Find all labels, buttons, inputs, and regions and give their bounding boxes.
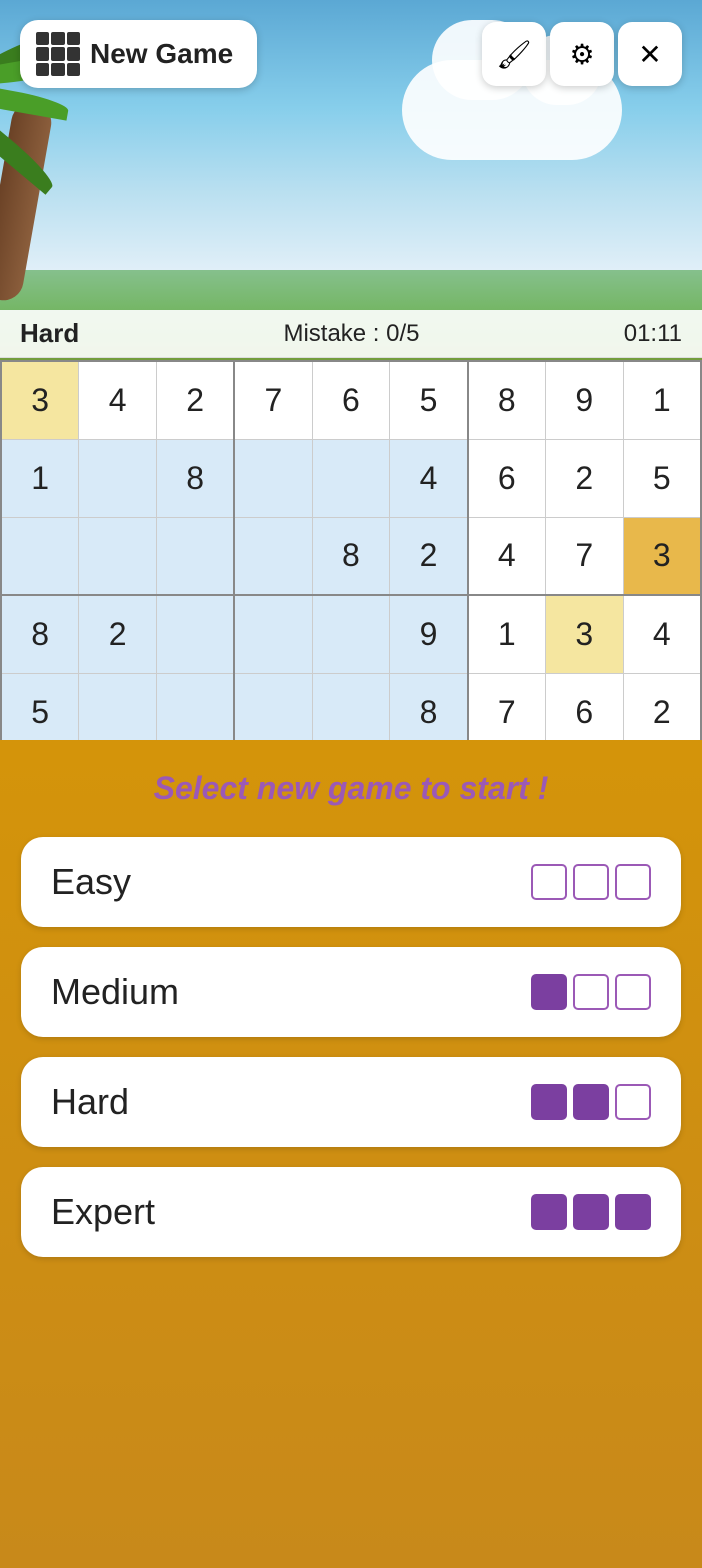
sudoku-cell[interactable]: 3: [623, 517, 701, 595]
sudoku-cell[interactable]: 6: [468, 439, 546, 517]
grid-cell: [51, 63, 64, 76]
sudoku-cell[interactable]: [234, 595, 312, 673]
sudoku-cell[interactable]: [312, 439, 390, 517]
close-icon: ✕: [638, 38, 661, 71]
grid-cell: [67, 32, 80, 45]
grid-cell: [51, 47, 64, 60]
sudoku-cell[interactable]: 3: [545, 595, 623, 673]
table-row: 82473: [1, 517, 701, 595]
bar-empty: [573, 974, 609, 1010]
new-game-button[interactable]: New Game: [20, 20, 257, 88]
bar-empty: [531, 864, 567, 900]
sudoku-table: 3427658911846258247382913458762: [0, 360, 702, 752]
top-right-icons: 🖌 ⚙ ✕: [482, 22, 682, 86]
sudoku-cell[interactable]: 3: [1, 361, 79, 439]
sudoku-cell[interactable]: 5: [623, 439, 701, 517]
select-prompt: Select new game to start !: [154, 770, 549, 807]
bar-filled: [615, 1194, 651, 1230]
bar-filled: [531, 974, 567, 1010]
sudoku-cell[interactable]: 4: [623, 595, 701, 673]
grid-cell: [51, 32, 64, 45]
sudoku-cell[interactable]: 8: [468, 361, 546, 439]
expert-label: Expert: [51, 1191, 155, 1233]
table-row: 18 4625: [1, 439, 701, 517]
grid-cell: [36, 32, 49, 45]
mistakes-counter: Mistake : 0/5: [283, 320, 419, 348]
sudoku-cell[interactable]: [79, 439, 157, 517]
sudoku-cell[interactable]: [79, 517, 157, 595]
timer: 01:11: [624, 320, 682, 348]
sudoku-cell[interactable]: 8: [1, 595, 79, 673]
hard-option[interactable]: Hard: [21, 1057, 681, 1147]
close-button[interactable]: ✕: [618, 22, 682, 86]
sudoku-cell[interactable]: 6: [312, 361, 390, 439]
expert-option[interactable]: Expert: [21, 1167, 681, 1257]
hard-label: Hard: [51, 1081, 129, 1123]
table-row: 82 9134: [1, 595, 701, 673]
sudoku-cell[interactable]: [157, 595, 235, 673]
sudoku-cell[interactable]: 2: [390, 517, 468, 595]
hard-bars: [531, 1084, 651, 1120]
bar-empty: [615, 974, 651, 1010]
sudoku-cell[interactable]: 2: [545, 439, 623, 517]
top-bar: New Game 🖌 ⚙ ✕: [0, 20, 702, 88]
sudoku-cell[interactable]: 1: [468, 595, 546, 673]
bar-filled: [531, 1084, 567, 1120]
bar-empty: [615, 864, 651, 900]
sudoku-cell[interactable]: 7: [234, 361, 312, 439]
sudoku-cell[interactable]: 4: [390, 439, 468, 517]
sudoku-cell[interactable]: [234, 517, 312, 595]
sudoku-cell[interactable]: 2: [157, 361, 235, 439]
status-bar: Hard Mistake : 0/5 01:11: [0, 310, 702, 358]
settings-icon: ⚙: [569, 38, 594, 71]
grid-cell: [36, 47, 49, 60]
grid-cell: [36, 63, 49, 76]
overlay-panel: Select new game to start ! Easy Medium H…: [0, 740, 702, 1568]
sudoku-cell[interactable]: [234, 439, 312, 517]
sudoku-cell[interactable]: 7: [545, 517, 623, 595]
medium-option[interactable]: Medium: [21, 947, 681, 1037]
medium-label: Medium: [51, 971, 179, 1013]
easy-bars: [531, 864, 651, 900]
paint-button[interactable]: 🖌: [482, 22, 546, 86]
bar-filled: [531, 1194, 567, 1230]
sudoku-cell[interactable]: 4: [468, 517, 546, 595]
sudoku-cell[interactable]: 9: [545, 361, 623, 439]
sudoku-cell[interactable]: 1: [1, 439, 79, 517]
sudoku-cell[interactable]: [1, 517, 79, 595]
medium-bars: [531, 974, 651, 1010]
sudoku-cell[interactable]: 2: [79, 595, 157, 673]
grid-cell: [67, 63, 80, 76]
sudoku-grid: 3427658911846258247382913458762: [0, 360, 702, 752]
sudoku-cell[interactable]: 8: [312, 517, 390, 595]
easy-option[interactable]: Easy: [21, 837, 681, 927]
sudoku-cell[interactable]: 8: [157, 439, 235, 517]
difficulty-label: Hard: [20, 318, 79, 349]
bar-empty: [615, 1084, 651, 1120]
sudoku-cell[interactable]: 5: [390, 361, 468, 439]
new-game-label: New Game: [90, 38, 233, 70]
sudoku-cell[interactable]: [312, 595, 390, 673]
grid-cell: [67, 47, 80, 60]
settings-button[interactable]: ⚙: [550, 22, 614, 86]
grid-icon: [36, 32, 80, 76]
bar-filled: [573, 1194, 609, 1230]
expert-bars: [531, 1194, 651, 1230]
sudoku-cell[interactable]: 9: [390, 595, 468, 673]
sudoku-cell[interactable]: 4: [79, 361, 157, 439]
table-row: 342765891: [1, 361, 701, 439]
sudoku-cell[interactable]: [157, 517, 235, 595]
bar-filled: [573, 1084, 609, 1120]
bar-empty: [573, 864, 609, 900]
sudoku-cell[interactable]: 1: [623, 361, 701, 439]
easy-label: Easy: [51, 861, 131, 903]
paint-icon: 🖌: [496, 38, 532, 71]
